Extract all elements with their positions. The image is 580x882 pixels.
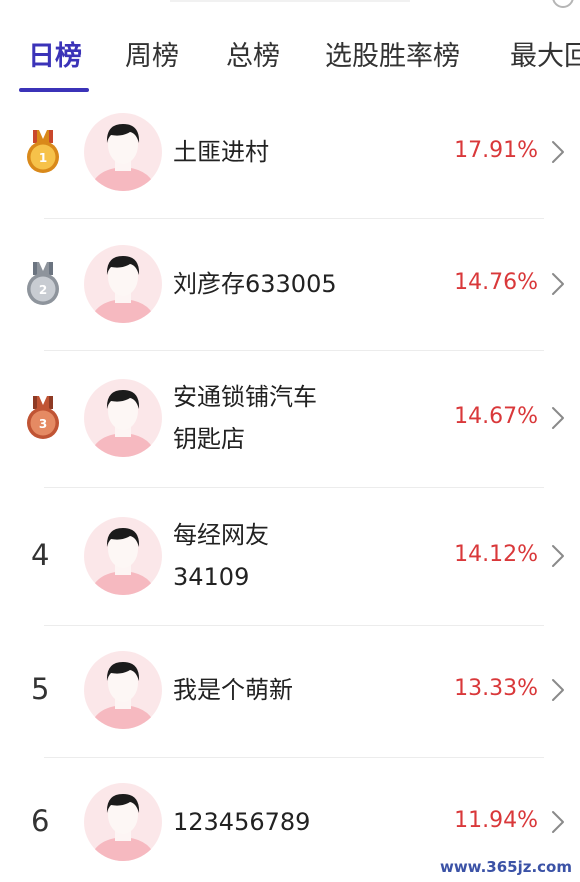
user-avatar[interactable] xyxy=(84,517,162,595)
chevron-right-icon[interactable] xyxy=(550,810,566,834)
user-avatar[interactable] xyxy=(84,379,162,457)
chevron-right-icon[interactable] xyxy=(550,544,566,568)
svg-text:2: 2 xyxy=(39,283,47,297)
row-divider xyxy=(44,625,544,626)
return-percent: 11.94% xyxy=(454,808,538,833)
return-percent: 14.12% xyxy=(454,542,538,567)
user-avatar[interactable] xyxy=(84,113,162,191)
user-avatar[interactable] xyxy=(84,245,162,323)
user-avatar[interactable] xyxy=(84,651,162,729)
user-name: 123456789 xyxy=(173,801,310,843)
return-percent: 14.76% xyxy=(454,270,538,295)
tab-win-rate[interactable]: 选股胜率榜 xyxy=(325,34,460,73)
user-name-line: 钥匙店 xyxy=(173,425,245,453)
info-circle-icon[interactable] xyxy=(552,0,574,8)
user-name: 刘彦存633005 xyxy=(173,263,337,305)
row-divider xyxy=(44,487,544,488)
svg-text:3: 3 xyxy=(39,417,47,431)
user-name-line: 每经网友 xyxy=(173,521,269,549)
tab-daily[interactable]: 日榜 xyxy=(28,34,82,73)
row-divider xyxy=(44,218,544,219)
user-name: 每经网友 34109 xyxy=(173,514,269,598)
rank-number: 4 xyxy=(31,538,50,572)
active-tab-indicator xyxy=(19,88,89,92)
svg-text:1: 1 xyxy=(39,151,47,165)
gold-medal-icon: 1 xyxy=(24,129,62,175)
chevron-right-icon[interactable] xyxy=(550,678,566,702)
tab-weekly[interactable]: 周榜 xyxy=(125,34,179,73)
user-name-line: 123456789 xyxy=(173,808,311,836)
user-name-line: 土匪进村 xyxy=(173,138,269,166)
chevron-right-icon[interactable] xyxy=(550,406,566,430)
return-percent: 13.33% xyxy=(454,676,538,701)
return-percent: 14.67% xyxy=(454,404,538,429)
user-name-line: 刘彦存633005 xyxy=(173,270,337,298)
user-name: 我是个萌新 xyxy=(173,669,293,711)
rank-number: 6 xyxy=(31,804,50,838)
return-percent: 17.91% xyxy=(454,138,538,163)
tab-max-drawdown[interactable]: 最大回 xyxy=(510,34,580,73)
user-name-line: 34109 xyxy=(173,563,250,591)
chevron-right-icon[interactable] xyxy=(550,140,566,164)
tab-total[interactable]: 总榜 xyxy=(226,34,280,73)
watermark: www.365jz.com xyxy=(439,858,572,876)
top-divider xyxy=(170,0,410,2)
chevron-right-icon[interactable] xyxy=(550,272,566,296)
bronze-medal-icon: 3 xyxy=(24,395,62,441)
user-name: 土匪进村 xyxy=(173,131,269,173)
silver-medal-icon: 2 xyxy=(24,261,62,307)
row-divider xyxy=(44,757,544,758)
user-name-line: 安通锁铺汽车 xyxy=(173,383,317,411)
row-divider xyxy=(44,350,544,351)
ranking-tabs: 日榜 周榜 总榜 选股胜率榜 最大回 xyxy=(0,28,580,92)
user-name-line: 我是个萌新 xyxy=(173,676,293,704)
user-name: 安通锁铺汽车 钥匙店 xyxy=(173,376,317,460)
user-avatar[interactable] xyxy=(84,783,162,861)
rank-number: 5 xyxy=(31,672,50,706)
